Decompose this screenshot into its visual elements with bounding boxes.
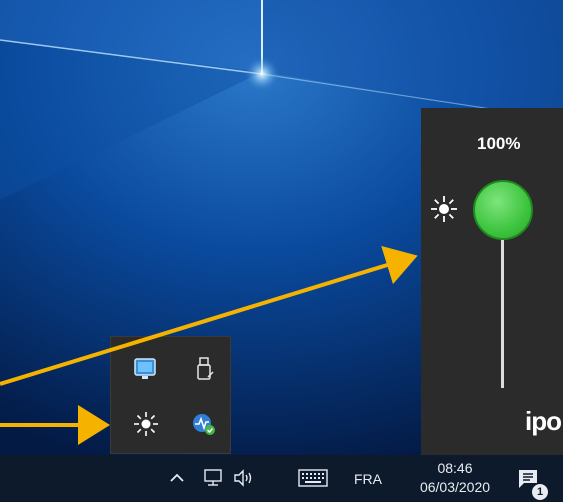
activity-monitor-icon[interactable] [189,409,219,439]
taskbar: FRA 08:46 06/03/2020 1 [0,455,563,502]
clock-date: 06/03/2020 [419,479,491,495]
brightness-panel: 100% ipo [421,108,563,455]
clock-time: 08:46 [437,460,473,476]
notification-count-badge: 1 [531,483,549,501]
brightness-percent: 100% [477,134,521,153]
monitor-app-icon[interactable] [131,355,161,385]
usb-drive-icon[interactable] [189,355,219,385]
show-hidden-icons-chevron-up-icon[interactable] [168,469,186,492]
tray-overflow-flyout [110,336,231,454]
notification-count: 1 [536,486,544,498]
keyboard-icon[interactable] [298,469,328,492]
brightness-slider-thumb[interactable] [473,180,533,240]
volume-icon[interactable] [232,468,256,493]
sun-icon [429,194,459,224]
network-icon[interactable] [202,468,224,493]
brightness-sun-icon[interactable] [131,409,161,439]
clock[interactable]: 08:46 06/03/2020 [400,459,510,497]
input-language[interactable]: FRA [354,471,382,487]
ipo-logo: ipo [525,406,562,436]
brightness-slider-track[interactable] [501,218,504,388]
